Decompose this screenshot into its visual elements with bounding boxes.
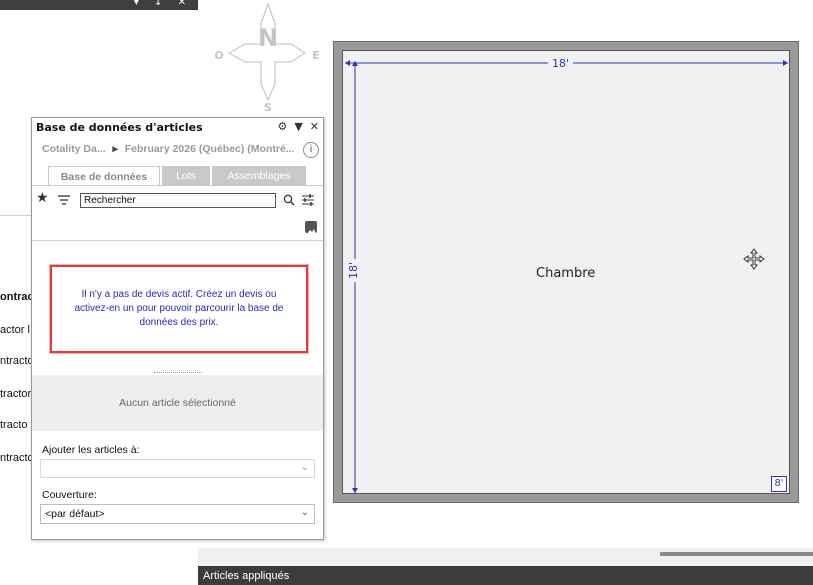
search-toolbar: ★ [32,190,323,212]
chevron-down-icon[interactable]: ▼ [294,120,302,133]
chevron-down-icon: ⌄ [300,507,309,518]
tabs-divider [32,185,323,186]
compass-west: O [214,49,223,62]
panel-title: Base de données d'articles [36,121,203,134]
info-icon[interactable]: i [303,142,319,158]
coverage-select[interactable]: <par défaut> ⌄ [40,504,315,524]
tab-base-de-donnees[interactable]: Base de données [48,166,160,186]
coverage-label: Couverture: [42,489,97,501]
horizontal-scrollbar[interactable] [198,548,813,566]
background-panel-titlebar: ▾ ↕ ✕ [0,0,198,10]
room-name-label[interactable]: Chambre [536,266,595,281]
add-to-select[interactable]: ⌄ [40,459,315,478]
tab-assemblages[interactable]: Assemblages [212,166,306,186]
panel-splitter[interactable] [154,372,202,374]
width-dimension-label: 18' [548,57,574,70]
move-cursor-icon [743,248,765,270]
height-dimension-label: 18' [347,258,360,282]
star-icon[interactable]: ★ [36,190,49,206]
panel-tabs: Base de données Lots Assemblages [32,166,323,186]
search-icon[interactable] [283,194,295,206]
breadcrumb-period[interactable]: February 2026 (Québec) (Montré... [125,143,295,155]
compass-rose-icon: N O E S [214,2,320,112]
scrollbar-thumb[interactable] [660,552,813,556]
breadcrumb[interactable]: Cotality Da... ▸ February 2026 (Québec) … [32,140,323,160]
filter-icon[interactable] [57,194,71,206]
coverage-value: <par défaut> [45,508,105,520]
item-database-panel: Base de données d'articles ⚙ ▼ ✕ Cotalit… [31,117,324,540]
gear-icon[interactable]: ⚙ [277,120,287,133]
close-icon[interactable]: ✕ [310,120,319,133]
results-divider [32,240,323,241]
applied-items-bar[interactable]: Articles appliqués [198,566,813,585]
settings-sliders-icon[interactable] [301,193,315,207]
chevron-down-icon: ⌄ [300,462,309,473]
breadcrumb-source[interactable]: Cotality Da... [42,143,106,155]
compass-east: E [312,49,320,62]
image-icon[interactable] [305,221,317,234]
tab-lots[interactable]: Lots [162,166,210,186]
compass-south: S [264,101,272,112]
breadcrumb-separator: ▸ [112,143,118,155]
background-panel-controls[interactable]: ▾ ↕ ✕ [134,0,192,8]
search-input[interactable] [80,193,276,208]
no-selection-text: Aucun article sélectionné [32,375,323,431]
panel-title-bar[interactable]: Base de données d'articles ⚙ ▼ ✕ [32,118,323,138]
compass-north: N [258,24,278,52]
no-active-estimate-message: Il n'y a pas de devis actif. Créez un de… [50,265,308,353]
ceiling-height-badge[interactable]: 8' [771,476,787,492]
add-to-label: Ajouter les articles à: [42,444,140,456]
